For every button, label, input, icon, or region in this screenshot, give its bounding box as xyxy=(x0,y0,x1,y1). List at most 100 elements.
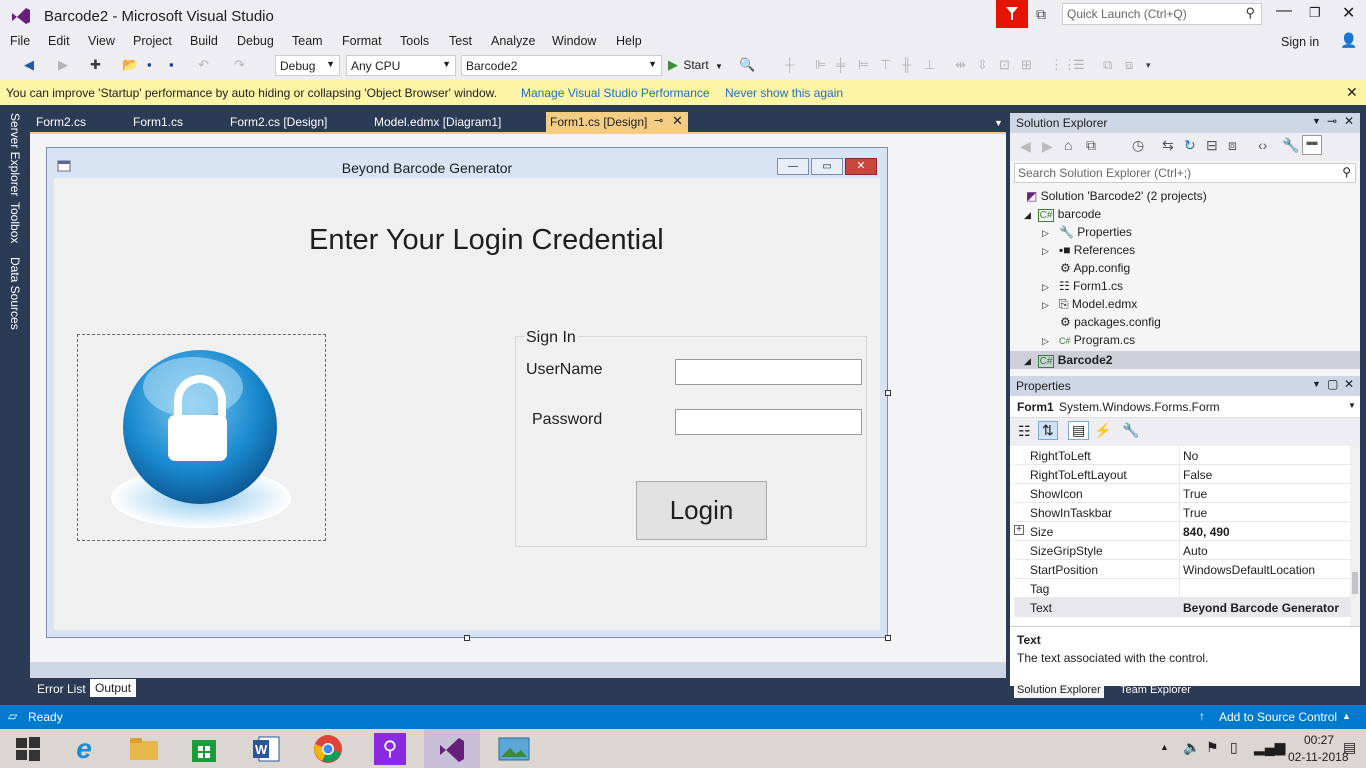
refresh-icon[interactable]: ↻ xyxy=(1184,137,1196,154)
properties-icon[interactable]: 🔧 xyxy=(1282,137,1299,154)
quick-launch-input[interactable]: Quick Launch (Ctrl+Q) ⚲ xyxy=(1062,3,1262,25)
search-app[interactable]: ⚲ xyxy=(362,729,418,768)
save-icon[interactable]: ▪ xyxy=(147,58,152,72)
visual-studio-app[interactable] xyxy=(424,729,480,768)
start-button[interactable]: ▶ Start ▼ xyxy=(668,57,723,75)
menu-help[interactable]: Help xyxy=(616,34,642,48)
lock-picture-box[interactable] xyxy=(77,334,326,541)
tree-item-solution[interactable]: ◩ Solution 'Barcode2' (2 projects) xyxy=(1026,189,1207,203)
clock-date[interactable]: 02-11-2018 xyxy=(1288,750,1349,764)
same-size-icon[interactable]: ⊡ xyxy=(999,58,1010,72)
property-row[interactable]: RightToLeftLayout False xyxy=(1014,465,1351,484)
property-row[interactable]: ShowIcon True xyxy=(1014,484,1351,503)
history-icon[interactable]: ◷ xyxy=(1132,137,1144,154)
never-show-link[interactable]: Never show this again xyxy=(725,86,843,100)
align-bottoms-icon[interactable]: ⊥ xyxy=(924,58,935,72)
property-pages-icon[interactable]: 🔧 xyxy=(1122,422,1139,439)
back-icon[interactable]: ◀ xyxy=(1020,138,1031,155)
align-lefts-icon[interactable]: ⊫ xyxy=(815,58,826,72)
property-row[interactable]: ShowInTaskbar True xyxy=(1014,503,1351,522)
property-row[interactable]: RightToLeft No xyxy=(1014,446,1351,465)
menu-build[interactable]: Build xyxy=(190,34,218,48)
notifications-icon[interactable]: ⧉ xyxy=(1036,6,1046,23)
align-middles-icon[interactable]: ╫ xyxy=(902,58,911,72)
redo-icon[interactable]: ↷ xyxy=(234,58,245,72)
toolbox-tab[interactable]: Toolbox xyxy=(8,202,22,243)
form-maximize-button[interactable]: ▭ xyxy=(811,158,843,175)
clock-time[interactable]: 00:27 xyxy=(1304,733,1334,747)
form-minimize-button[interactable]: — xyxy=(777,158,809,175)
collapse-all-icon[interactable]: ⊟ xyxy=(1206,137,1218,154)
resize-handle-right[interactable] xyxy=(885,390,891,396)
platform-select[interactable]: Any CPU ▼ xyxy=(346,55,456,76)
solution-explorer-tab[interactable]: Solution Explorer xyxy=(1014,684,1104,698)
open-file-icon[interactable]: 📂 xyxy=(122,58,138,72)
startup-project-select[interactable]: Barcode2 ▼ xyxy=(461,55,662,76)
tree-item-form1[interactable]: ▷ ☷ Form1.cs xyxy=(1042,279,1123,293)
config-select[interactable]: Debug ▼ xyxy=(275,55,340,76)
tab-form1-cs[interactable]: Form1.cs xyxy=(133,115,183,129)
pin-icon[interactable]: ⊸ xyxy=(654,114,663,127)
show-all-files-icon[interactable]: ⧈ xyxy=(1228,137,1237,154)
data-sources-tab[interactable]: Data Sources xyxy=(8,257,22,330)
menu-format[interactable]: Format xyxy=(342,34,382,48)
account-icon[interactable]: 👤 xyxy=(1340,32,1357,49)
align-rights-icon[interactable]: ⊨ xyxy=(858,58,869,72)
bring-to-front-icon[interactable]: ⧉ xyxy=(1103,58,1112,72)
property-row[interactable]: Tag xyxy=(1014,579,1351,598)
same-width-icon[interactable]: ⇹ xyxy=(955,58,966,72)
menu-edit[interactable]: Edit xyxy=(48,34,70,48)
size-to-grid-icon[interactable]: ⊞ xyxy=(1021,58,1032,72)
menu-team[interactable]: Team xyxy=(292,34,323,48)
tab-model-edmx[interactable]: Model.edmx [Diagram1] xyxy=(374,115,501,129)
undo-icon[interactable]: ↶ xyxy=(198,58,209,72)
team-explorer-tab[interactable]: Team Explorer xyxy=(1120,684,1191,696)
minimize-button[interactable]: — xyxy=(1276,2,1292,20)
menu-window[interactable]: Window xyxy=(552,34,596,48)
word-app[interactable]: W xyxy=(238,729,294,768)
property-row[interactable]: + Size 840, 490 xyxy=(1014,522,1351,541)
maximize-icon[interactable]: ▢ xyxy=(1327,377,1338,391)
username-input[interactable] xyxy=(675,359,862,385)
menu-test[interactable]: Test xyxy=(449,34,472,48)
close-icon[interactable]: ✕ xyxy=(1344,114,1354,128)
align-centers-icon[interactable]: ╪ xyxy=(836,58,845,72)
property-row[interactable]: StartPosition WindowsDefaultLocation xyxy=(1014,560,1351,579)
tree-item-properties[interactable]: ▷ 🔧 Properties xyxy=(1042,225,1132,239)
tree-item-model-edmx[interactable]: ▷ ⎘ Model.edmx xyxy=(1042,297,1137,312)
view-code-icon[interactable]: ‹› xyxy=(1258,137,1267,153)
error-list-tab[interactable]: Error List xyxy=(32,681,91,697)
form-close-button[interactable]: ✕ xyxy=(845,158,877,175)
store-app[interactable] xyxy=(176,729,232,768)
property-scrollbar[interactable] xyxy=(1350,446,1360,626)
menu-tools[interactable]: Tools xyxy=(400,34,429,48)
object-selector[interactable]: Form1 System.Windows.Forms.Form ▼ xyxy=(1010,396,1360,418)
sign-in-link[interactable]: Sign in xyxy=(1281,35,1319,49)
add-source-control-button[interactable]: Add to Source Control xyxy=(1219,710,1337,724)
pin-icon[interactable]: ⊸ xyxy=(1327,114,1337,128)
close-tab-icon[interactable]: ✕ xyxy=(672,113,683,129)
dropdown-icon[interactable]: ▼ xyxy=(1312,116,1321,126)
close-icon[interactable]: ✕ xyxy=(1344,377,1354,391)
notification-center-icon[interactable]: ▤ xyxy=(1343,739,1356,756)
speaker-icon[interactable]: 🔈 xyxy=(1183,739,1200,756)
restore-button[interactable]: ❐ xyxy=(1309,5,1321,21)
chrome-app[interactable] xyxy=(300,729,356,768)
same-height-icon[interactable]: ⇳ xyxy=(977,58,988,72)
tree-item-barcode[interactable]: ◢ C# barcode xyxy=(1024,207,1101,222)
events-icon[interactable]: ⚡ xyxy=(1094,422,1111,439)
start-button[interactable] xyxy=(0,729,56,768)
output-tab[interactable]: Output xyxy=(90,679,137,697)
property-row-selected[interactable]: Text Beyond Barcode Generator xyxy=(1014,598,1351,617)
resize-handle-corner[interactable] xyxy=(885,635,891,641)
tree-item-program-cs[interactable]: ▷ C# Program.cs xyxy=(1042,333,1135,347)
sync-icon[interactable]: ⇆ xyxy=(1162,137,1174,154)
align-grid-icon[interactable]: ┼ xyxy=(785,58,794,72)
photos-app[interactable] xyxy=(486,729,542,768)
dropdown-icon[interactable]: ▼ xyxy=(1312,379,1321,389)
menu-project[interactable]: Project xyxy=(133,34,172,48)
login-button[interactable]: Login xyxy=(636,481,767,540)
resize-handle-bottom[interactable] xyxy=(464,635,470,641)
manage-performance-link[interactable]: Manage Visual Studio Performance xyxy=(521,86,710,100)
forward-icon[interactable]: ▶ xyxy=(58,58,68,72)
